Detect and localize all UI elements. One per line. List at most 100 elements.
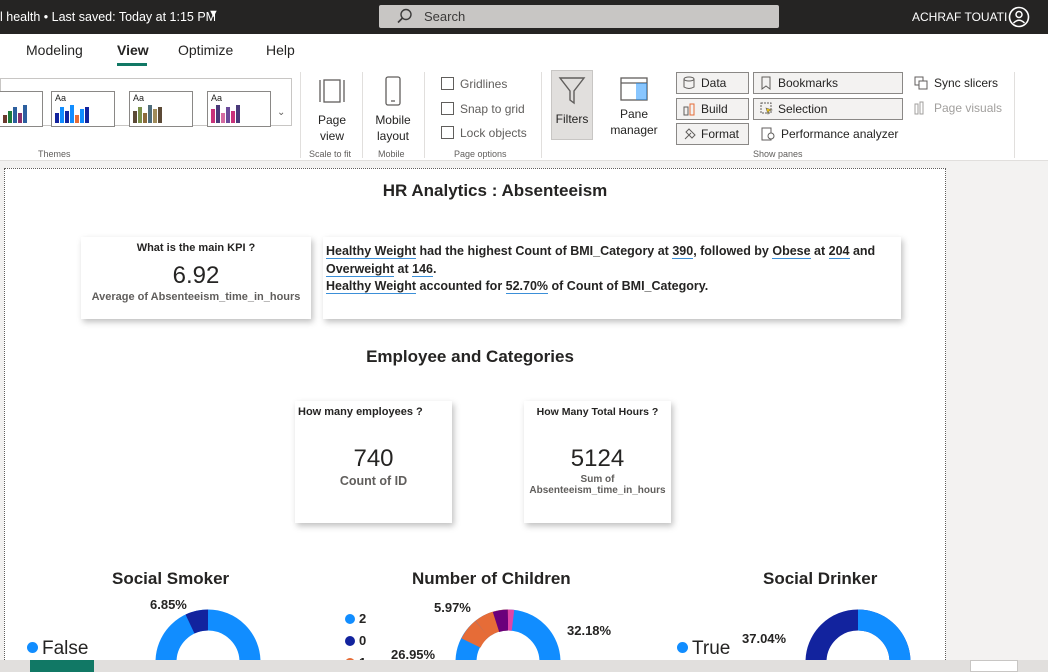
section-title: Employee and Categories — [366, 347, 574, 366]
search-input[interactable]: Search — [379, 5, 779, 28]
narrative-term: Obese — [772, 244, 811, 259]
narrative-term: Overweight — [326, 261, 395, 277]
pane-manager-button[interactable]: Pane manager — [603, 76, 665, 138]
mobile-icon — [385, 76, 401, 106]
social-smoker-legend[interactable]: False — [27, 638, 88, 660]
tab-modeling[interactable]: Modeling — [26, 42, 83, 58]
format-pane-button[interactable]: Format — [676, 123, 749, 145]
narrative-text: at — [394, 261, 413, 276]
social-smoker-slice-true[interactable] — [185, 609, 209, 634]
lock-objects-checkbox[interactable]: Lock objects — [441, 126, 527, 140]
social-drinker-donut[interactable] — [805, 609, 911, 660]
children-donut[interactable] — [455, 609, 561, 660]
social-drinker-title: Social Drinker — [763, 569, 878, 588]
kpi-question: What is the main KPI ? — [136, 242, 256, 254]
lock-objects-label: Lock objects — [460, 126, 527, 140]
theme-tile-label: Aa — [133, 93, 145, 103]
children-legend-item-0[interactable]: 0 — [345, 633, 366, 648]
theme-tile-2[interactable]: Aa — [51, 91, 115, 127]
chevron-down-icon[interactable]: ▼ — [208, 8, 219, 20]
document-name: l health — [0, 10, 41, 24]
narrative-term: 390 — [672, 244, 694, 259]
sync-slicers-button[interactable]: Sync slicers — [914, 76, 998, 90]
narrative-text: at — [810, 244, 829, 258]
narrative-text: of Count of BMI_Category. — [548, 279, 709, 293]
document-title[interactable]: l health • Last saved: Today at 1:15 PM — [0, 10, 216, 24]
page-tab-active[interactable] — [30, 660, 94, 672]
avatar-icon[interactable] — [1008, 6, 1030, 28]
legend-label: 2 — [359, 611, 367, 626]
total-hours-card[interactable]: How Many Total Hours ? 5124 Sum of Absen… — [524, 401, 671, 523]
employees-card[interactable]: How many employees ? 740 Count of ID — [295, 401, 452, 523]
hours-question: How Many Total Hours ? — [536, 406, 659, 418]
gridlines-checkbox[interactable]: Gridlines — [441, 77, 507, 91]
kpi-value: 6.92 — [172, 262, 220, 289]
ribbon: Aa Aa Aa ⌄ Themes Page view Scale to fit… — [0, 66, 1048, 161]
format-pane-label: Format — [701, 127, 740, 141]
social-smoker-donut[interactable] — [155, 609, 261, 660]
tab-view[interactable]: View — [117, 42, 149, 58]
employees-label: Count of ID — [339, 474, 408, 488]
smart-narrative[interactable]: Healthy Weight had the highest Count of … — [323, 237, 901, 319]
bookmark-icon — [761, 76, 771, 90]
divider — [541, 72, 542, 158]
theme-tile-4[interactable]: Aa — [207, 91, 271, 127]
legend-dot — [345, 636, 355, 646]
selection-pane-button[interactable]: Selection — [753, 98, 903, 120]
kpi-label: Average of Absenteeism_time_in_hours — [91, 291, 301, 303]
children-legend-item-2[interactable]: 2 — [345, 611, 366, 626]
employees-value: 740 — [353, 445, 394, 472]
mobile-layout-button[interactable]: Mobile layout — [370, 76, 416, 144]
group-label-show-panes: Show panes — [753, 149, 803, 159]
last-saved-label: Last saved: Today at 1:15 PM — [51, 10, 217, 24]
page-view-button[interactable]: Page view — [310, 76, 354, 144]
mobile-layout-label: Mobile layout — [375, 113, 411, 143]
themes-expand-chevron-icon[interactable]: ⌄ — [277, 107, 285, 118]
children-pct-right: 32.18% — [567, 623, 612, 638]
tab-optimize[interactable]: Optimize — [178, 42, 233, 58]
build-pane-button[interactable]: Build — [676, 98, 749, 120]
pane-manager-label: Pane manager — [610, 107, 658, 137]
group-label-scale: Scale to fit — [309, 149, 352, 159]
filters-label: Filters — [555, 112, 589, 126]
social-drinker-legend[interactable]: True — [677, 638, 730, 660]
sync-icon — [914, 76, 928, 90]
snap-to-grid-checkbox[interactable]: Snap to grid — [441, 102, 525, 116]
performance-icon — [761, 127, 775, 141]
narrative-text: and — [849, 244, 876, 258]
social-drinker-pct: 37.04% — [742, 631, 787, 646]
bookmarks-pane-label: Bookmarks — [778, 76, 839, 90]
kpi-card[interactable]: What is the main KPI ? 6.92 Average of A… — [81, 237, 311, 319]
children-pct-left: 26.95% — [391, 647, 436, 660]
social-smoker-title: Social Smoker — [112, 569, 230, 588]
children-title: Number of Children — [412, 569, 571, 588]
performance-analyzer-button[interactable]: Performance analyzer — [761, 127, 898, 141]
filters-button[interactable]: Filters — [551, 70, 593, 140]
theme-tile-1[interactable] — [0, 91, 43, 127]
narrative-text: accounted for — [416, 279, 506, 293]
bookmarks-pane-button[interactable]: Bookmarks — [753, 72, 903, 94]
selection-icon — [760, 102, 773, 115]
narrative-term: 204 — [828, 244, 850, 259]
data-pane-label: Data — [701, 76, 727, 90]
group-label-themes: Themes — [38, 149, 71, 159]
legend-label: True — [692, 638, 731, 659]
user-name[interactable]: ACHRAF TOUATI — [912, 10, 1007, 24]
divider — [362, 72, 363, 158]
report-canvas[interactable]: HR Analytics : Absenteeism What is the m… — [4, 168, 946, 660]
legend-label: 0 — [359, 633, 367, 648]
legend-label: False — [42, 638, 89, 659]
data-pane-button[interactable]: Data — [676, 72, 749, 94]
hours-label-1: Sum of — [580, 474, 615, 485]
theme-tile-3[interactable]: Aa — [129, 91, 193, 127]
filter-icon — [558, 77, 586, 105]
tab-help[interactable]: Help — [266, 42, 295, 58]
narrative-term: Healthy Weight — [326, 279, 417, 294]
divider — [424, 72, 425, 158]
page-view-icon — [319, 79, 345, 103]
employees-question: How many employees ? — [298, 406, 423, 418]
hours-label-2: Absenteeism_time_in_hours — [529, 485, 666, 496]
zoom-control[interactable] — [970, 660, 1018, 672]
hours-value: 5124 — [570, 445, 625, 472]
narrative-text: , followed by — [693, 244, 773, 258]
